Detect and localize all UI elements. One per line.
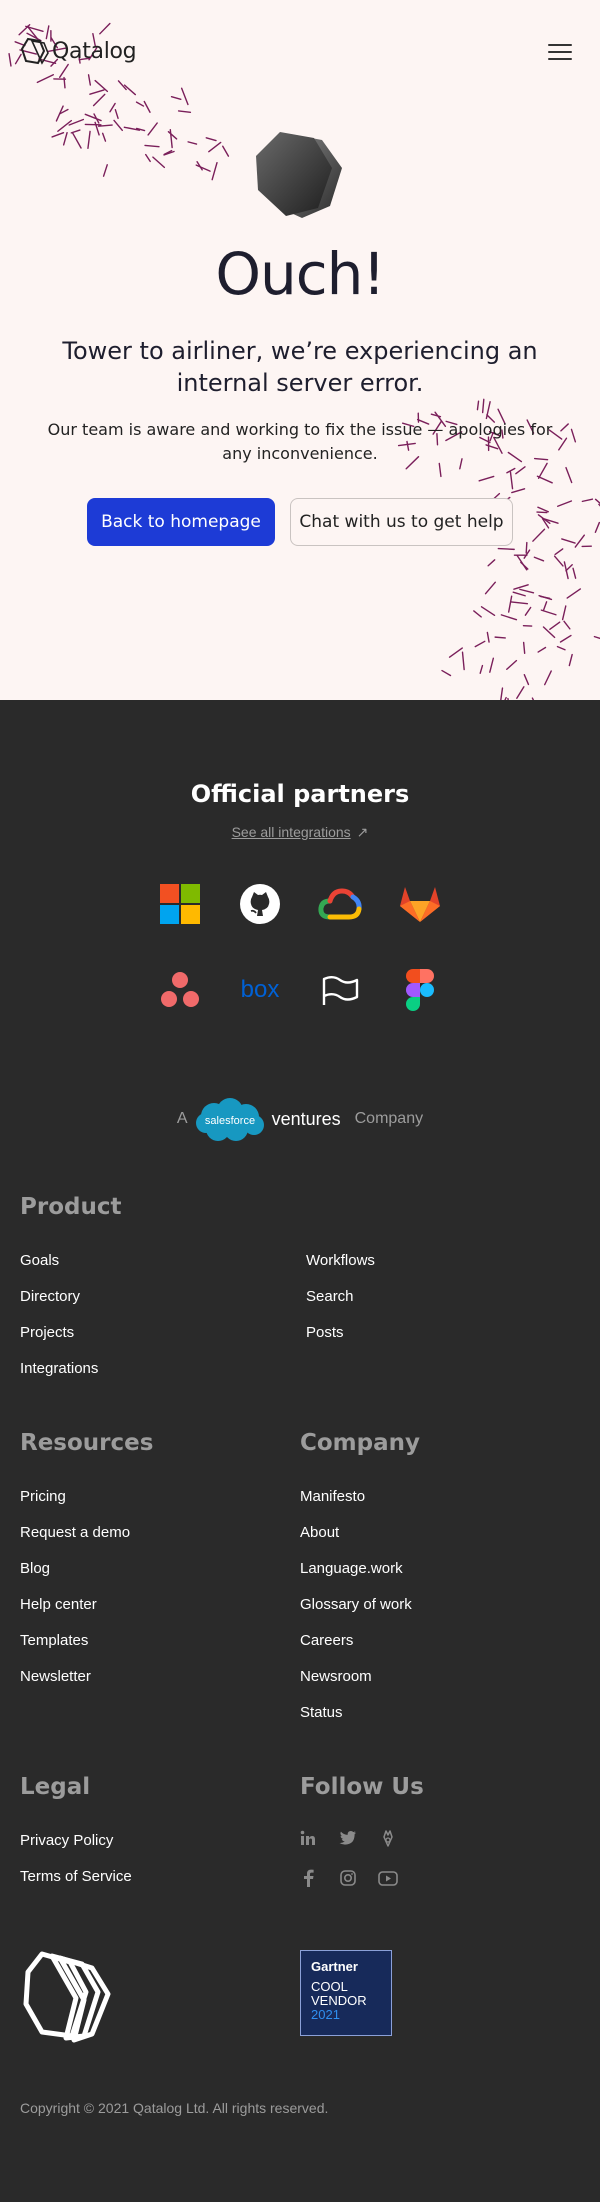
qatalog-logo[interactable]: Qatalog bbox=[20, 36, 137, 66]
gartner-line2: VENDOR bbox=[311, 1993, 367, 2008]
hexagon-3d-icon bbox=[256, 132, 342, 218]
qatalog-logo-icon bbox=[20, 37, 49, 65]
producthunt-icon[interactable] bbox=[378, 1828, 398, 1848]
asana-icon[interactable] bbox=[158, 968, 202, 1012]
microsoft-icon[interactable] bbox=[158, 882, 202, 926]
footer-link-integrations[interactable]: Integrations bbox=[20, 1360, 98, 1377]
footer-link-blog[interactable]: Blog bbox=[20, 1560, 50, 1577]
footer-link-pricing[interactable]: Pricing bbox=[20, 1488, 66, 1505]
footer-link-templates[interactable]: Templates bbox=[20, 1632, 88, 1649]
sf-suffix: Company bbox=[354, 1110, 424, 1127]
follow-heading: Follow Us bbox=[300, 1774, 424, 1800]
hamburger-menu-icon[interactable] bbox=[548, 44, 572, 64]
google-cloud-icon[interactable] bbox=[318, 882, 362, 926]
gartner-brand: Gartner bbox=[311, 1959, 358, 1974]
footer-link-projects[interactable]: Projects bbox=[20, 1324, 74, 1341]
error-subtitle: Tower to airliner, we’re experiencing an… bbox=[62, 337, 538, 397]
error-title: Ouch! bbox=[215, 240, 385, 308]
gartner-year: 2021 bbox=[311, 2007, 340, 2022]
footer-link-workflows[interactable]: Workflows bbox=[306, 1252, 375, 1269]
partners-title: Official partners bbox=[190, 780, 410, 808]
see-all-integrations: See all integrations ↗ bbox=[0, 824, 600, 841]
see-all-integrations-link[interactable]: See all integrations bbox=[232, 824, 351, 840]
arrow-up-right-icon: ↗ bbox=[356, 824, 369, 840]
site-footer: Official partners See all integrations ↗ bbox=[0, 700, 600, 2202]
footer-link-terms[interactable]: Terms of Service bbox=[20, 1868, 132, 1885]
sf-ventures: ventures bbox=[271, 1108, 341, 1129]
linear-flag-icon[interactable] bbox=[318, 968, 362, 1012]
footer-link-careers[interactable]: Careers bbox=[300, 1632, 353, 1649]
qatalog-footer-logo-icon bbox=[23, 1951, 111, 2043]
salesforce-cloud-icon[interactable]: salesforce bbox=[194, 1096, 266, 1142]
resources-heading: Resources bbox=[20, 1430, 154, 1456]
youtube-icon[interactable] bbox=[378, 1868, 398, 1888]
gartner-cool-vendor-badge: Gartner COOL VENDOR 2021 bbox=[300, 1950, 392, 2036]
company-heading: Company bbox=[300, 1430, 420, 1456]
salesforce-ventures-line: A salesforce ventures Company bbox=[0, 1096, 600, 1142]
footer-link-request-demo[interactable]: Request a demo bbox=[20, 1524, 130, 1541]
twitter-icon[interactable] bbox=[338, 1828, 358, 1848]
footer-link-search[interactable]: Search bbox=[306, 1288, 354, 1305]
footer-link-glossary[interactable]: Glossary of work bbox=[300, 1596, 412, 1613]
logo-text: Qatalog bbox=[52, 38, 137, 64]
facebook-icon[interactable] bbox=[298, 1868, 318, 1888]
footer-link-status[interactable]: Status bbox=[300, 1704, 343, 1721]
footer-link-about[interactable]: About bbox=[300, 1524, 339, 1541]
copyright-text: Copyright © 2021 Qatalog Ltd. All rights… bbox=[20, 2100, 329, 2116]
footer-link-goals[interactable]: Goals bbox=[20, 1252, 59, 1269]
footer-link-language-work[interactable]: Language.work bbox=[300, 1560, 403, 1577]
box-icon[interactable]: box bbox=[238, 968, 282, 1012]
gartner-line1: COOL bbox=[311, 1979, 348, 1994]
linkedin-icon[interactable] bbox=[298, 1828, 318, 1848]
footer-link-manifesto[interactable]: Manifesto bbox=[300, 1488, 365, 1505]
box-logo-text: box bbox=[241, 976, 280, 1003]
product-heading: Product bbox=[20, 1194, 122, 1220]
footer-link-help-center[interactable]: Help center bbox=[20, 1596, 97, 1613]
gitlab-icon[interactable] bbox=[398, 882, 442, 926]
footer-link-privacy[interactable]: Privacy Policy bbox=[20, 1832, 113, 1849]
footer-link-newsletter[interactable]: Newsletter bbox=[20, 1668, 91, 1685]
footer-link-newsroom[interactable]: Newsroom bbox=[300, 1668, 372, 1685]
sf-prefix: A bbox=[176, 1110, 188, 1127]
legal-heading: Legal bbox=[20, 1774, 91, 1800]
salesforce-cloud-text: salesforce bbox=[204, 1115, 254, 1127]
instagram-icon[interactable] bbox=[338, 1868, 358, 1888]
footer-link-posts[interactable]: Posts bbox=[306, 1324, 344, 1341]
figma-icon[interactable] bbox=[398, 968, 442, 1012]
back-to-homepage-button[interactable]: Back to homepage bbox=[87, 498, 275, 546]
error-description: Our team is aware and working to fix the… bbox=[47, 420, 553, 463]
footer-link-directory[interactable]: Directory bbox=[20, 1288, 80, 1305]
chat-help-button[interactable]: Chat with us to get help bbox=[290, 498, 513, 546]
github-icon[interactable] bbox=[238, 882, 282, 926]
error-hero: Qatalog Ouch! Tower to airliner, we’re e… bbox=[0, 0, 600, 700]
